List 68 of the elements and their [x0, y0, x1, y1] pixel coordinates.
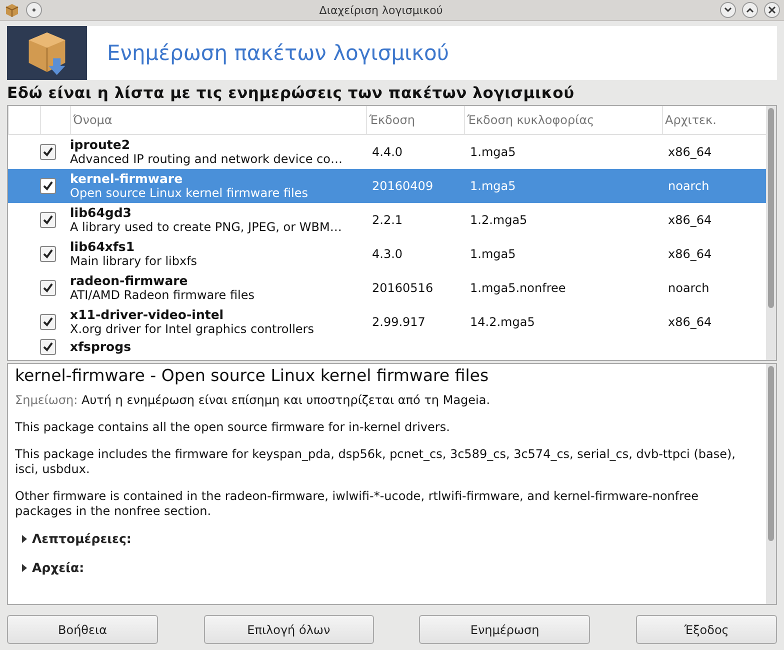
menu-button[interactable]	[26, 2, 42, 18]
column-header[interactable]: Έκδοση	[366, 106, 464, 134]
list-caption: Εδώ είναι η λίστα με τις ενημερώσεις των πακέτων λογισμικού	[6, 83, 576, 104]
release-cell-text: 14.2.mga5	[469, 315, 536, 329]
checkbox[interactable]	[40, 212, 56, 228]
package-name: lib64xfs1	[70, 239, 136, 254]
column-header[interactable]: Όνομα	[70, 106, 366, 134]
package-name: x11-driver-video-intel	[70, 307, 225, 322]
chevron-down-icon	[724, 7, 732, 13]
checkbox[interactable]	[40, 144, 56, 160]
expander[interactable]: Λεπτομέρειες:	[15, 531, 132, 546]
checkbox[interactable]	[40, 246, 56, 262]
dialog-button[interactable]: Ενημέρωση	[419, 615, 590, 644]
description-text: This package includes the firmware for keyspan_pda, dsp56k, pcnet_cs, 3c589_cs, 3c574_cs, serial_cs, dvb-ttpci (base), isci, usbdux.	[15, 447, 736, 477]
arch-cell-text: noarch	[667, 179, 710, 193]
release-cell-text: 1.mga5	[469, 179, 517, 193]
version-cell-text: 4.3.0	[371, 247, 404, 261]
version-cell-text: 2.2.1	[371, 213, 404, 227]
version-cell-text: 4.4.0	[371, 145, 404, 159]
expander[interactable]: Αρχεία:	[15, 560, 84, 575]
details-heading: kernel-firmware - Open source Linux kernel firmware files	[15, 366, 490, 385]
version-cell-text: 2.99.917	[371, 315, 426, 329]
version-cell-text: 20160409	[371, 179, 434, 193]
release-cell-text: 1.2.mga5	[469, 213, 528, 227]
arch-cell-text: x86_64	[667, 213, 713, 227]
package-summary: A library used to create PNG, JPEG, or WBM…	[70, 220, 343, 235]
dot-icon	[31, 7, 37, 13]
scrollbar[interactable]	[766, 364, 776, 604]
release-cell-text: 1.mga5.nonfree	[469, 281, 567, 295]
minimize-button[interactable]	[720, 2, 736, 18]
version-cell-text: 20160516	[371, 281, 434, 295]
package-name: iproute2	[70, 137, 132, 152]
close-icon	[768, 6, 776, 14]
package-name: kernel-firmware	[70, 171, 184, 186]
package-summary: Main library for libxfs	[70, 254, 198, 269]
maximize-button[interactable]	[742, 2, 758, 18]
checkbox[interactable]	[40, 178, 56, 194]
arch-cell-text: x86_64	[667, 315, 713, 329]
description-text: Other firmware is contained in the radeon-firmware, iwlwifi-*-ucode, rtlwifi-firmware, and kernel-firmware-nonfree packages in the nonfree section.	[15, 489, 700, 519]
arch-cell-text: x86_64	[667, 145, 713, 159]
chevron-up-icon	[746, 7, 754, 13]
release-cell-text: 1.mga5	[469, 247, 517, 261]
banner-title: Ενημέρωση πακέτων λογισμικού	[107, 41, 450, 65]
package-summary: Advanced IP routing and network device co…	[70, 152, 344, 167]
triangle-icon	[21, 534, 27, 542]
arch-cell-text: x86_64	[667, 247, 713, 261]
package-summary: X.org driver for Intel graphics controllers	[70, 322, 315, 337]
window-title: Διαχείριση λογισμικού	[318, 4, 444, 16]
arch-cell-text: noarch	[667, 281, 710, 295]
release-cell-text: 1.mga5	[469, 145, 517, 159]
package-icon	[4, 2, 20, 18]
package-name: lib64gd3	[70, 205, 133, 220]
package-name: xfsprogs	[70, 339, 132, 354]
checkbox[interactable]	[40, 339, 56, 355]
package-name: radeon-firmware	[70, 273, 189, 288]
checkbox[interactable]	[40, 280, 56, 296]
triangle-icon	[21, 564, 27, 572]
column-header[interactable]: Έκδοση κυκλοφορίας	[464, 106, 662, 134]
description-text: This package contains all the open source firmware for in-kernel drivers.	[15, 420, 451, 435]
package-summary: ATI/AMD Radeon firmware files	[70, 288, 256, 303]
package-summary: Open source Linux kernel firmware files	[70, 186, 309, 201]
scrollbar[interactable]	[766, 106, 776, 360]
dialog-button[interactable]: Έξοδος	[636, 615, 777, 644]
dialog-button[interactable]: Επιλογή όλων	[204, 615, 374, 644]
note-text: Σημείωση: Αυτή η ενημέρωση είναι επίσημη και υποστηρίζεται από τη Mageia.	[15, 393, 492, 408]
close-button[interactable]	[764, 2, 780, 18]
dialog-button[interactable]: Βοήθεια	[7, 615, 158, 644]
checkbox[interactable]	[40, 314, 56, 330]
